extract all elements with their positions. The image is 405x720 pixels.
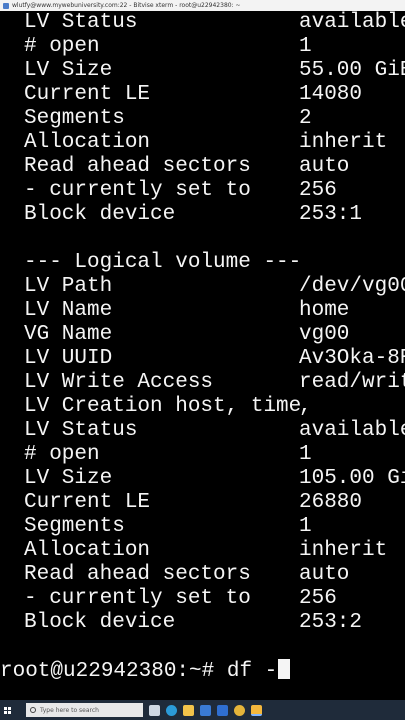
terminal-prompt-line[interactable]: root@u22942380:~# df - <box>0 659 291 685</box>
terminal-line: Read ahead sectors auto <box>0 563 405 587</box>
terminal-line: Segments 2 <box>0 107 405 131</box>
terminal-line: LV Name home <box>0 299 405 323</box>
terminal-field-name: Block device <box>24 611 176 634</box>
terminal-field-value: inherit <box>299 539 388 562</box>
terminal-line: LV Write Access read/writ <box>0 371 405 395</box>
terminal-field-value: home <box>299 299 350 322</box>
taskbar-pinned-apps <box>149 704 262 716</box>
terminal-line: Block device 253:2 <box>0 611 405 635</box>
terminal-line: - currently set to 256 <box>0 587 405 611</box>
terminal-field-name: # open <box>24 443 100 466</box>
bitvise-icon[interactable] <box>251 704 262 716</box>
terminal-field-value: 1 <box>299 515 312 538</box>
file-explorer-icon[interactable] <box>183 704 194 716</box>
edge-browser-icon[interactable] <box>166 704 177 716</box>
terminal-line: # open 1 <box>0 35 405 59</box>
terminal-line: LV UUID Av3Oka-8R <box>0 347 405 371</box>
terminal-field-name: Current LE <box>24 83 151 106</box>
terminal-line: Allocation inherit <box>0 539 405 563</box>
terminal-field-name: # open <box>24 35 100 58</box>
terminal-line: LV Status available <box>0 419 405 443</box>
windows-start-icon <box>3 706 11 714</box>
terminal-line: LV Status available <box>0 11 405 35</box>
windows-taskbar: Type here to search <box>0 700 405 720</box>
terminal-field-value: /dev/vg00 <box>299 275 405 298</box>
terminal-field-value: available <box>299 419 405 442</box>
window-titlebar[interactable]: wlutfy@www.mywebuniversity.com:22 - Bitv… <box>0 0 405 11</box>
terminal-line: # open 1 <box>0 443 405 467</box>
terminal-field-name: Allocation <box>24 539 151 562</box>
terminal-field-name: LV Size <box>24 467 113 490</box>
terminal-field-name: LV UUID <box>24 347 113 370</box>
terminal-field-value: inherit <box>299 131 388 154</box>
terminal-output[interactable]: LV Status available # open 1 LV Size 55.00 Gi… <box>0 11 405 700</box>
terminal-field-name: Read ahead sectors <box>24 155 251 178</box>
terminal-field-name: Segments <box>24 107 125 130</box>
terminal-field-value: 2 <box>299 107 312 130</box>
terminal-field-value: 26880 <box>299 491 363 514</box>
terminal-field-value: vg00 <box>299 323 350 346</box>
search-placeholder: Type here to search <box>40 706 99 714</box>
terminal-field-value: 256 <box>299 179 337 202</box>
mail-icon[interactable] <box>217 704 228 716</box>
terminal-field-name: LV Path <box>24 275 113 298</box>
terminal-field-value: 14080 <box>299 83 363 106</box>
terminal-field-value: read/writ <box>299 371 405 394</box>
terminal-line: VG Name vg00 <box>0 323 405 347</box>
chrome-icon[interactable] <box>234 704 245 716</box>
terminal-field-value: 1 <box>299 443 312 466</box>
text-cursor <box>278 659 291 679</box>
terminal-field-name: - currently set to <box>24 179 251 202</box>
search-icon <box>30 707 36 713</box>
terminal-field-value: available <box>299 11 405 34</box>
terminal-line: LV Path/dev/vg00 <box>0 275 405 299</box>
terminal-line: Block device 253:1 <box>0 203 405 227</box>
terminal-line: LV Creation host, time, <box>0 395 405 419</box>
terminal-field-value: 1 <box>299 35 312 58</box>
terminal-field-value: 105.00 Gi <box>299 467 405 490</box>
terminal-field-name: Block device <box>24 203 176 226</box>
terminal-field-value: 256 <box>299 587 337 610</box>
terminal-field-name: LV Size <box>24 59 113 82</box>
terminal-prompt: root@u22942380:~# df - <box>0 660 278 683</box>
terminal-field-name: LV Status <box>24 11 138 34</box>
bitvise-app-icon <box>3 2 9 9</box>
terminal-field-name: Allocation <box>24 131 151 154</box>
terminal-field-name: LV Creation host, time <box>24 395 302 418</box>
start-button[interactable] <box>0 700 14 720</box>
terminal-field-value: 253:1 <box>299 203 363 226</box>
terminal-line: Read ahead sectors auto <box>0 155 405 179</box>
terminal-field-value: auto <box>299 155 350 178</box>
terminal-field-value: , <box>299 395 312 418</box>
terminal-field-name: Read ahead sectors <box>24 563 251 586</box>
terminal-field-name: Current LE <box>24 491 151 514</box>
terminal-field-name: LV Status <box>24 419 138 442</box>
terminal-field-value: auto <box>299 563 350 586</box>
terminal-field-name: LV Write Access <box>24 371 214 394</box>
task-view-icon[interactable] <box>149 704 160 716</box>
terminal-section-header: --- Logical volume --- <box>24 251 302 274</box>
terminal-line: Segments 1 <box>0 515 405 539</box>
terminal-field-name: VG Name <box>24 323 113 346</box>
terminal-line: --- Logical volume --- <box>0 251 405 275</box>
terminal-field-name: - currently set to <box>24 587 251 610</box>
terminal-field-name: Segments <box>24 515 125 538</box>
terminal-line: Current LE 14080 <box>0 83 405 107</box>
taskbar-search-input[interactable]: Type here to search <box>26 703 143 717</box>
terminal-field-name: LV Name <box>24 299 113 322</box>
store-icon[interactable] <box>200 704 211 716</box>
terminal-line: - currently set to 256 <box>0 179 405 203</box>
window-title: wlutfy@www.mywebuniversity.com:22 - Bitv… <box>12 2 241 9</box>
terminal-field-value: 55.00 GiB <box>299 59 405 82</box>
terminal-field-value: 253:2 <box>299 611 363 634</box>
terminal-line: Allocation inherit <box>0 131 405 155</box>
terminal-line: LV Size 55.00 GiB <box>0 59 405 83</box>
terminal-line: LV Size 105.00 Gi <box>0 467 405 491</box>
terminal-field-value: Av3Oka-8R <box>299 347 405 370</box>
terminal-line: Current LE 26880 <box>0 491 405 515</box>
